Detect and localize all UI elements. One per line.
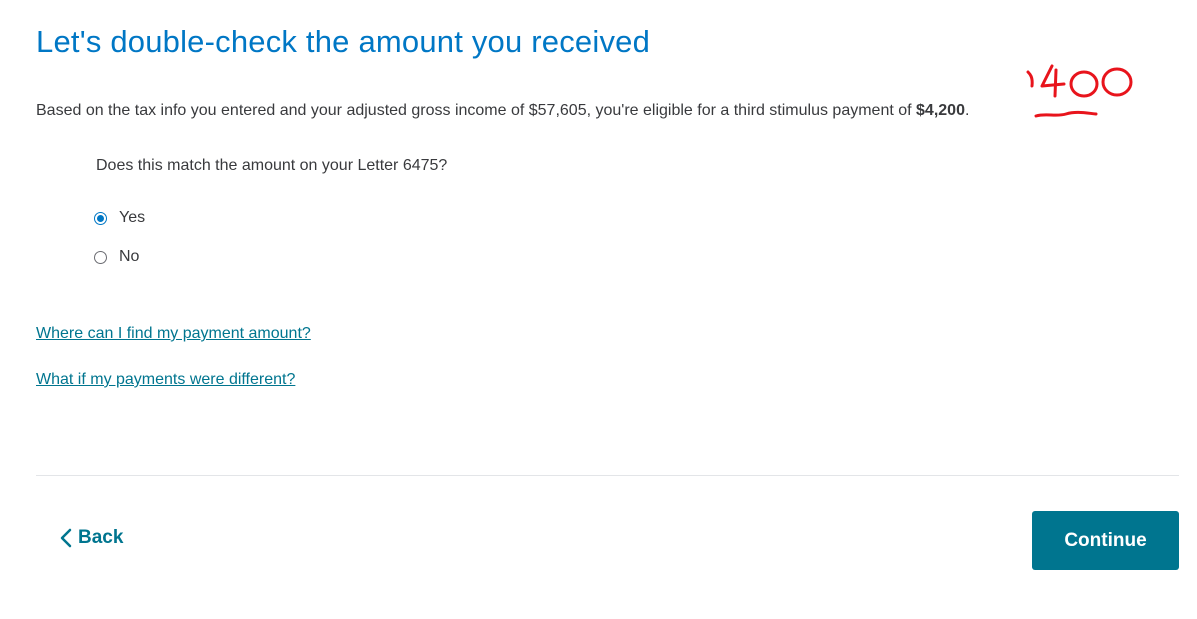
payment-amount: $4,200 [916, 102, 965, 119]
radio-option-no[interactable]: No [94, 248, 139, 266]
chevron-left-icon [60, 528, 72, 548]
eligibility-sentence: Based on the tax info you entered and yo… [36, 102, 917, 119]
page: Let's double-check the amount you receiv… [0, 0, 1197, 619]
find-payment-amount-link[interactable]: Where can I find my payment amount? [36, 325, 311, 343]
radio-button-selected[interactable] [94, 211, 107, 225]
handwritten-note-annotation [1026, 64, 1133, 98]
radio-label-no: No [119, 248, 140, 265]
radio-button-unselected[interactable] [94, 250, 107, 264]
sentence-period: . [964, 102, 970, 119]
radio-option-yes[interactable]: Yes [94, 209, 145, 227]
continue-button-label: Continue [1064, 529, 1147, 551]
match-question: Does this match the amount on your Lette… [96, 157, 448, 174]
back-button[interactable]: Back [60, 527, 123, 549]
footer-divider [36, 475, 1179, 476]
payments-different-link[interactable]: What if my payments were different? [36, 371, 295, 389]
continue-button[interactable]: Continue [1032, 511, 1179, 570]
strikethrough-annotation [1034, 110, 1098, 118]
radio-label-yes: Yes [119, 209, 146, 226]
back-button-label: Back [78, 527, 124, 548]
eligibility-text: Based on the tax info you entered and yo… [36, 102, 969, 120]
page-title: Let's double-check the amount you receiv… [36, 24, 651, 59]
